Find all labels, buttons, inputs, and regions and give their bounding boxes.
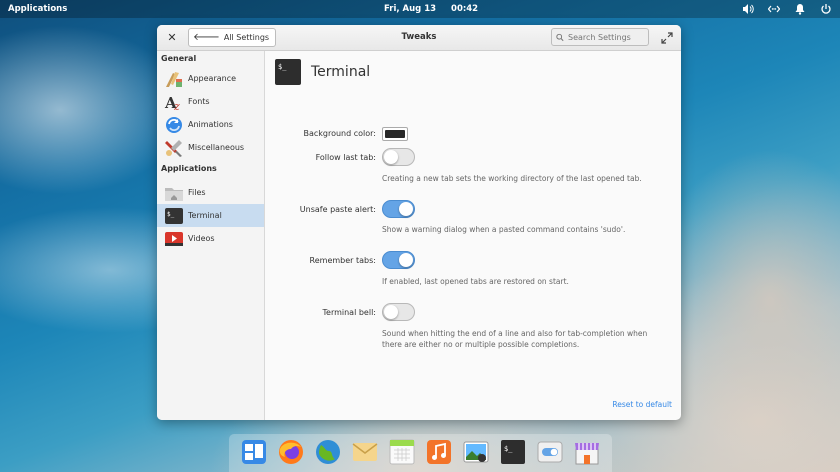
indicator-area bbox=[742, 3, 832, 15]
fonts-icon: Az bbox=[164, 92, 184, 112]
miscellaneous-icon bbox=[164, 138, 184, 158]
network-icon[interactable] bbox=[768, 3, 780, 15]
top-panel: Applications Fri, Aug 13 00:42 bbox=[0, 0, 840, 18]
sidebar-item-label: Videos bbox=[188, 234, 215, 243]
sidebar-item-appearance[interactable]: Appearance bbox=[157, 67, 264, 90]
photos-icon[interactable] bbox=[462, 438, 490, 466]
svg-text:$_: $_ bbox=[167, 211, 175, 218]
appearance-icon bbox=[164, 69, 184, 89]
terminal-header-icon: $_ bbox=[275, 59, 301, 85]
titlebar: ✕ 🡐 All Settings Tweaks bbox=[157, 25, 681, 51]
sidebar-item-miscellaneous[interactable]: Miscellaneous bbox=[157, 136, 264, 159]
sidebar: General Appearance Az Fonts Animations M… bbox=[157, 51, 265, 420]
dock: $_ bbox=[229, 434, 612, 472]
sidebar-item-label: Files bbox=[188, 188, 206, 197]
sidebar-item-label: Miscellaneous bbox=[188, 143, 245, 152]
page-header: $_ Terminal bbox=[275, 59, 370, 85]
reset-to-default-link[interactable]: Reset to default bbox=[612, 400, 672, 409]
remember-tabs-description: If enabled, last opened tabs are restore… bbox=[382, 277, 569, 286]
date-label: Fri, Aug 13 bbox=[384, 4, 437, 14]
applications-menu[interactable]: Applications bbox=[8, 4, 67, 14]
mail-icon[interactable] bbox=[351, 438, 379, 466]
search-icon bbox=[556, 33, 564, 41]
sidebar-header-applications: Applications bbox=[161, 164, 217, 173]
animations-icon bbox=[164, 115, 184, 135]
color-swatch-fill bbox=[385, 130, 405, 138]
sound-icon[interactable] bbox=[742, 3, 754, 15]
music-icon[interactable] bbox=[425, 438, 453, 466]
remember-tabs-label: Remember tabs: bbox=[309, 256, 376, 265]
sidebar-item-label: Animations bbox=[188, 120, 233, 129]
sidebar-header-general: General bbox=[161, 54, 197, 63]
sidebar-item-animations[interactable]: Animations bbox=[157, 113, 264, 136]
firefox-icon[interactable] bbox=[277, 438, 305, 466]
sidebar-item-terminal[interactable]: $_ Terminal bbox=[157, 204, 264, 227]
search-field[interactable] bbox=[551, 28, 649, 46]
appcenter-icon[interactable] bbox=[573, 438, 601, 466]
search-input[interactable] bbox=[568, 32, 648, 42]
svg-text:z: z bbox=[173, 100, 180, 112]
unsafe-paste-alert-label: Unsafe paste alert: bbox=[299, 205, 376, 214]
page-title: Terminal bbox=[311, 64, 371, 80]
calendar-icon[interactable] bbox=[388, 438, 416, 466]
sidebar-item-files[interactable]: Files bbox=[157, 181, 264, 204]
power-icon[interactable] bbox=[820, 3, 832, 15]
unsafe-paste-alert-description: Show a warning dialog when a pasted comm… bbox=[382, 225, 626, 234]
sidebar-item-label: Fonts bbox=[188, 97, 210, 106]
sidebar-item-label: Terminal bbox=[188, 211, 222, 220]
follow-last-tab-label: Follow last tab: bbox=[315, 153, 376, 162]
sidebar-item-fonts[interactable]: Az Fonts bbox=[157, 90, 264, 113]
videos-icon bbox=[164, 229, 184, 249]
notifications-icon[interactable] bbox=[794, 3, 806, 15]
tweaks-window: ✕ 🡐 All Settings Tweaks General Appearan… bbox=[157, 25, 681, 420]
maximize-icon[interactable] bbox=[661, 32, 673, 44]
date-time-indicator[interactable]: Fri, Aug 13 00:42 bbox=[384, 4, 490, 14]
background-color-button[interactable] bbox=[382, 127, 408, 141]
unsafe-paste-alert-switch[interactable] bbox=[382, 200, 415, 218]
terminal-bell-switch[interactable] bbox=[382, 303, 415, 321]
time-label: 00:42 bbox=[451, 4, 479, 14]
terminal-icon[interactable]: $_ bbox=[499, 438, 527, 466]
web-browser-icon[interactable] bbox=[314, 438, 342, 466]
terminal-bell-description: Sound when hitting the end of a line and… bbox=[382, 329, 648, 349]
terminal-icon: $_ bbox=[164, 206, 184, 226]
sidebar-item-videos[interactable]: Videos bbox=[157, 227, 264, 250]
follow-last-tab-description: Creating a new tab sets the working dire… bbox=[382, 174, 642, 183]
svg-text:$_: $_ bbox=[504, 445, 513, 453]
sidebar-item-label: Appearance bbox=[188, 74, 237, 83]
multitasking-view-icon[interactable] bbox=[240, 438, 268, 466]
follow-last-tab-switch[interactable] bbox=[382, 148, 415, 166]
terminal-settings-pane: $_ Terminal Background color: Follow las… bbox=[266, 51, 681, 420]
background-color-label: Background color: bbox=[303, 129, 376, 138]
settings-toggle-icon[interactable] bbox=[536, 438, 564, 466]
files-icon bbox=[164, 183, 184, 203]
remember-tabs-switch[interactable] bbox=[382, 251, 415, 269]
terminal-bell-label: Terminal bell: bbox=[322, 308, 377, 317]
